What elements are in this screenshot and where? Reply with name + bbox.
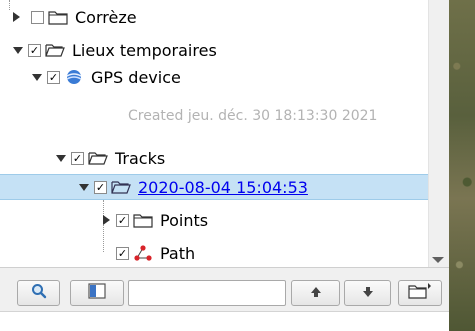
move-up-button[interactable] <box>291 280 340 306</box>
search-button[interactable] <box>17 280 60 306</box>
tree-toolbar <box>0 267 449 311</box>
search-icon <box>31 283 47 303</box>
visibility-checkbox[interactable]: ✓ <box>28 43 41 57</box>
collapse-arrow-icon[interactable] <box>78 181 90 193</box>
tree-item-lieux-temporaires[interactable]: ✓ Lieux temporaires <box>12 37 217 63</box>
tree-item-label: Path <box>160 243 196 263</box>
visibility-checkbox[interactable]: ✓ <box>116 246 129 260</box>
visibility-checkbox[interactable]: ✓ <box>71 151 84 165</box>
toggle-panel-button[interactable] <box>70 280 124 306</box>
move-down-icon <box>361 284 375 303</box>
expand-arrow-icon[interactable] <box>100 214 112 226</box>
collapse-arrow-icon[interactable] <box>12 44 24 56</box>
folder-menu-button[interactable] <box>398 280 442 306</box>
tree-item-correze[interactable]: Corrèze <box>10 6 137 28</box>
expand-arrow-icon[interactable] <box>10 11 22 23</box>
tree-item-label: Tracks <box>115 148 166 168</box>
move-up-icon <box>309 284 323 303</box>
tree-item-tracks[interactable]: ✓ Tracks <box>55 145 165 171</box>
tree-item-gps-device[interactable]: ✓ GPS device <box>31 64 181 90</box>
panel-toggle-icon <box>88 283 106 303</box>
gps-device-icon <box>64 69 84 85</box>
folder-menu-icon <box>408 282 432 304</box>
created-timestamp: Created jeu. déc. 30 18:13:30 2021 <box>128 108 378 124</box>
tree-item-path[interactable]: ✓ Path <box>116 240 195 266</box>
filter-input[interactable] <box>128 280 286 306</box>
map-view-edge <box>449 0 475 331</box>
tree-item-label: Lieux temporaires <box>72 40 217 60</box>
tree-vertical-scrollbar[interactable] <box>428 0 449 267</box>
path-icon <box>133 245 153 261</box>
visibility-checkbox[interactable]: ✓ <box>47 70 60 84</box>
open-folder-icon <box>88 150 108 166</box>
visibility-checkbox[interactable]: ✓ <box>94 180 107 194</box>
folder-icon <box>133 212 153 228</box>
tree-item-label: GPS device <box>91 67 181 87</box>
collapse-arrow-icon[interactable] <box>55 152 67 164</box>
bottom-panel-edge <box>0 311 449 331</box>
tree-item-label[interactable]: 2020-08-04 15:04:53 <box>138 178 308 197</box>
tree-item-track-2020-08-04[interactable]: ✓ 2020-08-04 15:04:53 <box>78 174 308 200</box>
visibility-checkbox[interactable] <box>31 10 44 24</box>
open-folder-icon <box>111 179 131 195</box>
tree-item-label: Points <box>160 210 209 230</box>
folder-icon <box>48 9 68 25</box>
gps-device-created-info: Created jeu. déc. 30 18:13:30 2021 <box>128 103 377 129</box>
tree-item-points[interactable]: ✓ Points <box>100 207 208 233</box>
move-down-button[interactable] <box>344 280 391 306</box>
collapse-arrow-icon[interactable] <box>31 71 43 83</box>
scroll-down-arrow-icon[interactable] <box>432 257 444 263</box>
open-folder-icon <box>45 42 65 58</box>
tree-item-label: Corrèze <box>75 7 137 27</box>
visibility-checkbox[interactable]: ✓ <box>116 213 129 227</box>
places-tree-panel: Corrèze ✓ Lieux temporaires ✓ GPS device… <box>0 0 428 267</box>
